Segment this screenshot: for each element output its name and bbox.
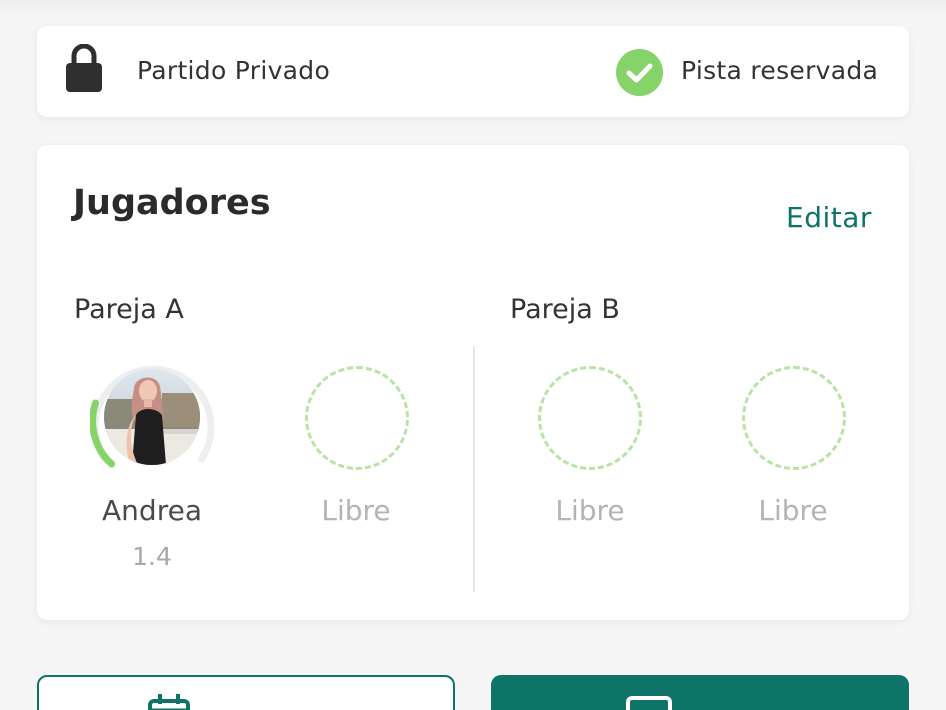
free-slot-label: Libre (758, 494, 828, 527)
team-a-label: Pareja A (74, 294, 184, 325)
schedule-button[interactable] (37, 675, 455, 710)
free-slot-button[interactable] (742, 366, 846, 470)
check-circle-icon (616, 49, 663, 96)
primary-action-button[interactable] (491, 675, 909, 710)
screen-icon (626, 696, 672, 710)
match-privacy-label: Partido Privado (137, 56, 331, 85)
free-slot-button[interactable] (538, 366, 642, 470)
free-slot-label: Libre (555, 494, 625, 527)
team-divider (473, 346, 475, 592)
player-level: 1.4 (132, 542, 172, 571)
edit-players-button[interactable]: Editar (786, 201, 872, 234)
player-name: Andrea (102, 494, 202, 527)
free-slot-label: Libre (321, 494, 391, 527)
free-slot-button[interactable] (305, 366, 409, 470)
player-avatar[interactable] (104, 369, 200, 465)
court-status-label: Pista reservada (681, 56, 879, 85)
top-shadow (0, 0, 946, 14)
lock-icon (66, 44, 102, 92)
team-b-label: Pareja B (510, 294, 620, 325)
players-title: Jugadores (73, 183, 271, 223)
calendar-icon (148, 694, 190, 710)
avatar-photo-image (104, 369, 200, 465)
